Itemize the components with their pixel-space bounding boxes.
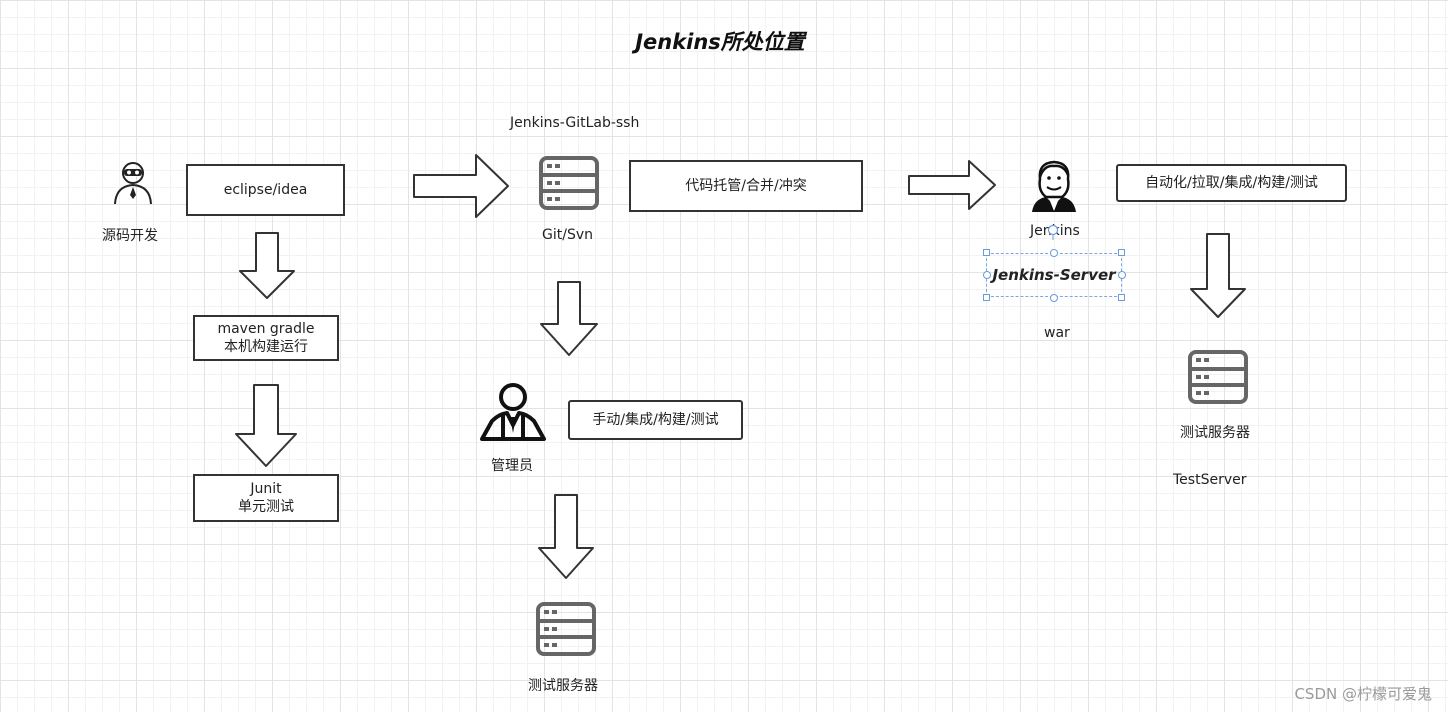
jenkins-server-text[interactable]: Jenkins-Server xyxy=(986,253,1122,297)
jenkins-butler-icon xyxy=(1032,160,1076,212)
hosting-box[interactable]: 代码托管/合并/冲突 xyxy=(629,160,863,212)
git-label: Git/Svn xyxy=(542,227,593,243)
resize-handle-s[interactable] xyxy=(1050,294,1058,302)
manual-box-text: 手动/集成/构建/测试 xyxy=(592,412,719,428)
test-server-icon-mid xyxy=(536,602,596,656)
junit-box-line1: Junit xyxy=(250,481,282,497)
gitlab-label: Jenkins-GitLab-ssh xyxy=(510,115,640,131)
developer-label: 源码开发 xyxy=(102,228,158,244)
admin-user-icon xyxy=(480,383,546,441)
testserver-label: TestServer xyxy=(1173,472,1247,488)
resize-handle-nw[interactable] xyxy=(983,249,990,256)
build-box-line2: 本机构建运行 xyxy=(224,339,308,355)
arrow-down-jenkins-to-server xyxy=(1190,233,1246,318)
resize-handle-e[interactable] xyxy=(1118,271,1126,279)
resize-handle-w[interactable] xyxy=(983,271,991,279)
build-box-line1: maven gradle xyxy=(217,321,315,337)
diagram-title: Jenkins所处位置 xyxy=(635,30,805,54)
hosting-box-text: 代码托管/合并/冲突 xyxy=(685,178,807,194)
ide-box-text: eclipse/idea xyxy=(223,182,308,198)
resize-handle-se[interactable] xyxy=(1118,294,1125,301)
arrow-right-git-to-jenkins xyxy=(908,160,996,210)
ide-box[interactable]: eclipse/idea xyxy=(186,164,345,216)
rotate-handle[interactable] xyxy=(1046,224,1060,240)
resize-handle-ne[interactable] xyxy=(1118,249,1125,256)
auto-box-text: 自动化/拉取/集成/构建/测试 xyxy=(1145,175,1318,191)
auto-box[interactable]: 自动化/拉取/集成/构建/测试 xyxy=(1116,164,1347,202)
resize-handle-n[interactable] xyxy=(1050,249,1058,257)
admin-label: 管理员 xyxy=(491,458,533,474)
arrow-down-git-to-admin xyxy=(540,281,598,356)
server-icon xyxy=(539,156,599,210)
manual-box[interactable]: 手动/集成/构建/测试 xyxy=(568,400,743,440)
junit-box[interactable]: Junit 单元测试 xyxy=(193,474,339,522)
developer-icon xyxy=(114,162,152,205)
arrow-down-admin-to-server xyxy=(538,494,594,579)
test-server-icon-right xyxy=(1188,350,1248,404)
war-label: war xyxy=(1044,325,1070,341)
arrow-right-ide-to-git xyxy=(413,154,509,218)
arrow-down-ide-to-build xyxy=(239,232,295,299)
test-server-label-mid: 测试服务器 xyxy=(528,678,598,694)
junit-box-line2: 单元测试 xyxy=(238,499,294,515)
csdn-watermark: CSDN @柠檬可爱鬼 xyxy=(1294,685,1432,703)
arrow-down-build-to-junit xyxy=(235,384,297,467)
resize-handle-sw[interactable] xyxy=(983,294,990,301)
build-box[interactable]: maven gradle 本机构建运行 xyxy=(193,315,339,361)
test-server-label-right: 测试服务器 xyxy=(1180,425,1250,441)
